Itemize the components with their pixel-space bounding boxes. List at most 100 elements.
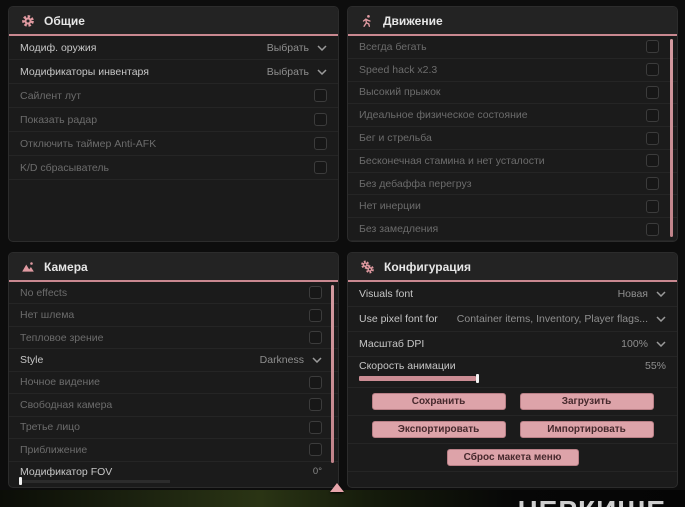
setting-row: Visuals font Новая xyxy=(348,282,677,307)
load-button[interactable]: Загрузить xyxy=(519,393,654,410)
setting-row: Use pixel font for Container items, Inve… xyxy=(348,307,677,332)
visuals-font-dropdown[interactable]: Новая xyxy=(618,288,666,300)
chevron-down-icon xyxy=(656,316,666,322)
dpi-scale-dropdown[interactable]: 100% xyxy=(621,338,666,350)
setting-row: Идеальное физическое состояние xyxy=(348,104,677,128)
setting-label: Бесконечная стамина и нет усталости xyxy=(359,154,545,167)
no-inertia-checkbox[interactable] xyxy=(646,199,659,213)
setting-row: K/D сбрасыватель xyxy=(9,156,338,180)
setting-label: Бег и стрельба xyxy=(359,132,432,145)
reset-menu-layout-button[interactable]: Сброс макета меню xyxy=(446,449,579,466)
setting-row: Третье лицо xyxy=(9,417,338,440)
dropdown-value: Container items, Inventory, Player flags… xyxy=(456,313,648,325)
speed-hack-checkbox[interactable] xyxy=(646,63,659,77)
dropdown-value: Выбрать xyxy=(266,41,309,54)
setting-label: Масштаб DPI xyxy=(359,338,425,350)
setting-label: Use pixel font for xyxy=(359,313,438,325)
setting-row: Всегда бегать xyxy=(348,36,677,59)
running-person-icon xyxy=(360,14,374,28)
night-vision-checkbox[interactable] xyxy=(309,375,322,389)
silent-loot-checkbox[interactable] xyxy=(314,89,327,102)
free-camera-checkbox[interactable] xyxy=(309,398,322,412)
setting-label: Модификаторы инвентаря xyxy=(20,65,149,78)
fov-slider-track[interactable] xyxy=(20,479,170,483)
setting-label: Высокий прыжок xyxy=(359,86,441,99)
always-run-checkbox[interactable] xyxy=(646,40,659,54)
setting-row: Тепловое зрение xyxy=(9,327,338,350)
pixel-font-dropdown[interactable]: Container items, Inventory, Player flags… xyxy=(457,313,666,325)
setting-row: Style Darkness xyxy=(9,349,338,372)
setting-label: Ночное видение xyxy=(20,376,100,389)
setting-row: Модиф. оружия Выбрать xyxy=(9,36,338,60)
panel-title: Конфигурация xyxy=(384,259,472,274)
setting-label: Свободная камера xyxy=(20,398,113,411)
movement-scrollbar[interactable] xyxy=(670,39,673,237)
camera-scene-icon xyxy=(21,260,35,274)
weapon-mod-dropdown[interactable]: Выбрать xyxy=(267,42,327,54)
no-effects-checkbox[interactable] xyxy=(309,286,322,300)
anti-afk-checkbox[interactable] xyxy=(314,137,327,150)
third-person-checkbox[interactable] xyxy=(309,420,322,434)
setting-label: No effects xyxy=(20,286,68,299)
camera-scrollbar[interactable] xyxy=(331,285,334,463)
animation-speed-slider[interactable] xyxy=(359,374,666,383)
import-button[interactable]: Импортировать xyxy=(519,421,654,438)
slider-handle[interactable] xyxy=(475,374,479,383)
fov-value: 0° xyxy=(312,465,322,477)
watermark-text: ЧЕРКИШЕ xyxy=(518,495,666,507)
thermal-vision-checkbox[interactable] xyxy=(309,331,322,345)
panel-camera: Камера No effects Нет шлема Тепловое зре… xyxy=(8,252,339,488)
setting-row: Показать радар xyxy=(9,108,338,132)
panel-general-body: Модиф. оружия Выбрать Модификаторы инвен… xyxy=(9,36,338,241)
setting-row: Высокий прыжок xyxy=(348,82,677,105)
chevron-down-icon xyxy=(656,291,666,297)
setting-label: Без дебаффа перегруз xyxy=(359,177,472,190)
gear-icon xyxy=(21,14,35,28)
infinite-stamina-checkbox[interactable] xyxy=(646,154,659,168)
double-gear-icon xyxy=(360,260,375,274)
panel-config: Конфигурация Visuals font Новая Use pixe… xyxy=(347,252,678,488)
dropdown-value: Новая xyxy=(617,288,648,300)
setting-label: Сайлент лут xyxy=(20,89,82,102)
setting-label: Нет инерции xyxy=(359,200,421,213)
perfect-condition-checkbox[interactable] xyxy=(646,108,659,122)
setting-label: Нет шлема xyxy=(20,309,75,322)
mouse-cursor-icon xyxy=(330,483,344,492)
style-dropdown[interactable]: Darkness xyxy=(260,354,322,366)
setting-row: Приближение xyxy=(9,439,338,462)
panel-movement-body: Всегда бегать Speed hack x2.3 Высокий пр… xyxy=(348,36,677,241)
setting-label: Отключить таймер Anti-AFK xyxy=(20,137,157,150)
mod-menu-screen: Общие Модиф. оружия Выбрать Модификаторы… xyxy=(0,0,685,507)
zoom-checkbox[interactable] xyxy=(309,443,322,457)
panel-config-body: Visuals font Новая Use pixel font for Co… xyxy=(348,282,677,487)
setting-label: Модиф. оружия xyxy=(20,41,97,54)
no-slowdown-checkbox[interactable] xyxy=(646,222,659,236)
high-jump-checkbox[interactable] xyxy=(646,85,659,99)
setting-row: Свободная камера xyxy=(9,394,338,417)
save-button[interactable]: Сохранить xyxy=(371,393,506,410)
setting-row: Без замедления xyxy=(348,218,677,241)
dropdown-value: Darkness xyxy=(259,354,304,367)
chevron-down-icon xyxy=(317,44,327,51)
setting-label: K/D сбрасыватель xyxy=(20,161,110,174)
setting-row: Нет шлема xyxy=(9,304,338,327)
no-helmet-checkbox[interactable] xyxy=(309,308,322,322)
panel-config-header: Конфигурация xyxy=(348,253,677,282)
inventory-mod-dropdown[interactable]: Выбрать xyxy=(267,66,327,78)
setting-label: Тепловое зрение xyxy=(20,331,104,344)
panel-title: Движение xyxy=(383,13,443,28)
chevron-down-icon xyxy=(317,68,327,75)
config-button-row: Сохранить Загрузить xyxy=(348,388,677,416)
setting-label: Показать радар xyxy=(20,113,98,126)
chevron-down-icon xyxy=(656,341,666,347)
setting-row: No effects xyxy=(9,282,338,305)
show-radar-checkbox[interactable] xyxy=(314,113,327,126)
setting-label: Без замедления xyxy=(359,223,439,236)
kd-reset-checkbox[interactable] xyxy=(314,161,327,174)
panel-camera-body: No effects Нет шлема Тепловое зрение Sty… xyxy=(9,282,338,487)
export-button[interactable]: Экспортировать xyxy=(371,421,506,438)
no-overload-debuff-checkbox[interactable] xyxy=(646,177,659,191)
run-and-shoot-checkbox[interactable] xyxy=(646,131,659,145)
panel-title: Камера xyxy=(44,259,88,274)
fov-slider-handle[interactable] xyxy=(19,476,22,485)
